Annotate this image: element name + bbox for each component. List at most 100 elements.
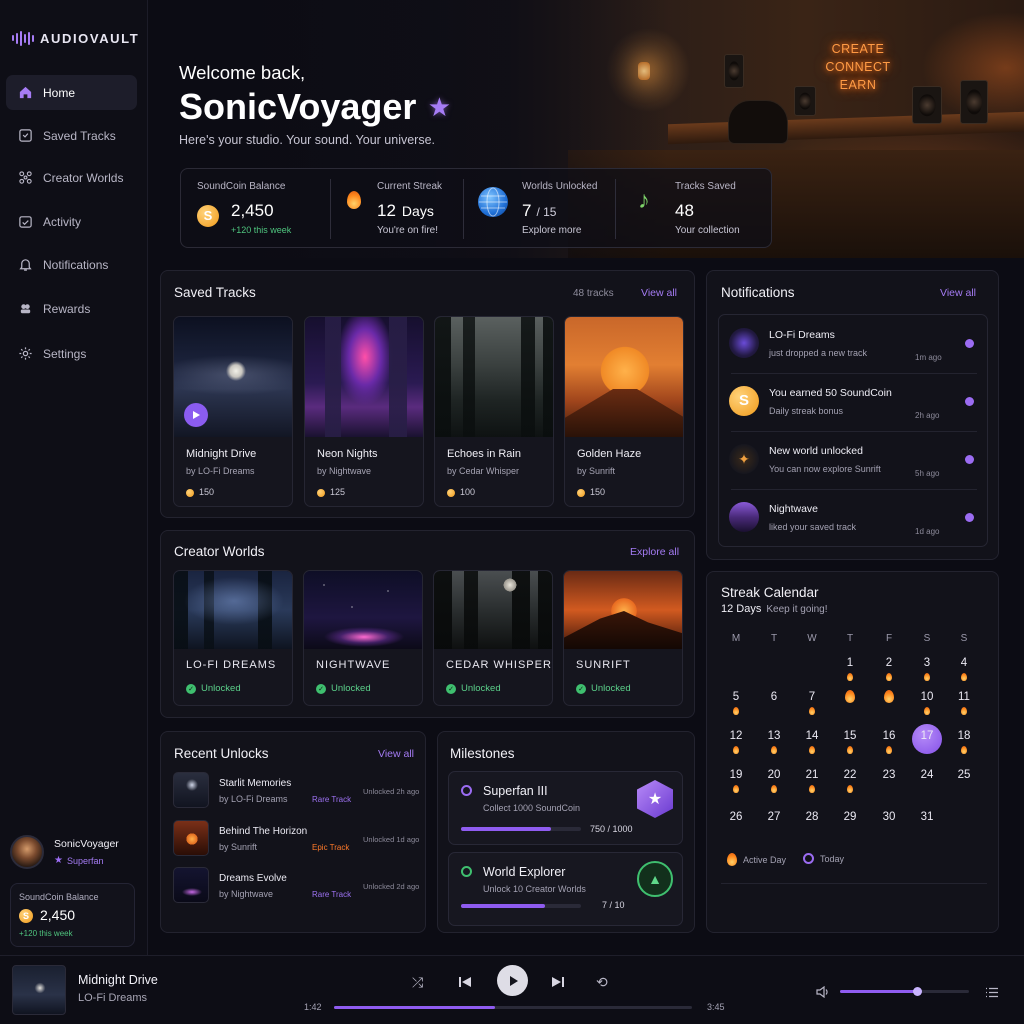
calendar-day[interactable]: 3 (915, 657, 939, 669)
notification-time: 1m ago (915, 353, 942, 362)
calendar-day[interactable]: 14 (800, 730, 824, 742)
user-profile[interactable]: SonicVoyager ★ Superfan (10, 835, 119, 869)
check-icon: ✓ (576, 683, 586, 694)
volume-icon[interactable] (816, 985, 830, 1003)
calendar-day[interactable]: 2 (877, 657, 901, 669)
calendar-day[interactable]: 28 (800, 811, 824, 823)
calendar-day[interactable]: 29 (838, 811, 862, 823)
track-card[interactable]: Golden Haze by Sunrift 150 (564, 316, 684, 507)
sidebar-balance-card[interactable]: SoundCoin Balance S 2,450 +120 this week (10, 883, 135, 947)
sidebar-item-home[interactable]: Home (6, 75, 137, 110)
track-coins: 150 (590, 487, 606, 497)
world-card[interactable]: CEDAR WHISPER ✓ Unlocked (433, 570, 553, 706)
stat-streak[interactable]: Current Streak 12 Days You're on fire! (331, 169, 462, 249)
track-card[interactable]: Echoes in Rain by Cedar Whisper 100 (434, 316, 554, 507)
play-icon (509, 975, 518, 986)
world-card[interactable]: NIGHTWAVE ✓ Unlocked (303, 570, 423, 706)
world-card[interactable]: LO-FI DREAMS ✓ Unlocked (173, 570, 293, 706)
weekday-label: S (960, 633, 968, 644)
calendar-day[interactable]: 4 (952, 657, 976, 669)
track-card[interactable]: Neon Nights by Nightwave 125 (304, 316, 424, 507)
notification-item[interactable]: ✦ New world unlocked You can now explore… (719, 431, 985, 489)
volume-knob[interactable] (913, 987, 923, 996)
home-icon (16, 84, 34, 102)
world-card[interactable]: SUNRIFT ✓ Unlocked (563, 570, 683, 706)
unlock-item[interactable]: Dreams Evolve by Nightwave Rare Track Un… (173, 867, 423, 905)
artwork-hills (565, 389, 683, 437)
calendar-day[interactable]: 20 (762, 769, 786, 781)
unread-dot (965, 513, 974, 522)
calendar-day[interactable]: 17 (915, 730, 939, 742)
view-all-link[interactable]: View all (641, 287, 677, 299)
sidebar-item-label: Notifications (43, 257, 109, 272)
panel-title: Streak Calendar (721, 585, 819, 600)
stat-worlds[interactable]: Worlds Unlocked 7 / 15 Explore more (464, 169, 614, 249)
notification-item[interactable]: Nightwave liked your saved track 1d ago (719, 489, 985, 547)
progress-slider[interactable] (334, 1006, 692, 1009)
view-all-link[interactable]: View all (378, 748, 414, 760)
calendar-day[interactable]: 23 (877, 769, 901, 781)
next-icon[interactable] (551, 975, 565, 994)
track-artwork (435, 317, 553, 437)
calendar-day[interactable]: 24 (915, 769, 939, 781)
unlock-time: Unlocked 1d ago (363, 835, 420, 844)
repeat-icon[interactable]: ⟲ (596, 974, 608, 991)
sidebar-item-saved-tracks[interactable]: Saved Tracks (6, 118, 137, 153)
calendar-day[interactable]: 22 (838, 769, 862, 781)
saved-icon (16, 127, 34, 145)
calendar-day[interactable]: 12 (724, 730, 748, 742)
unlock-item[interactable]: Behind The Horizon by Sunrift Epic Track… (173, 820, 423, 858)
calendar-day[interactable]: 15 (838, 730, 862, 742)
calendar-day[interactable]: 5 (724, 691, 748, 703)
calendar-day[interactable]: 21 (800, 769, 824, 781)
stat-tracks[interactable]: ♪ Tracks Saved 48 Your collection (616, 169, 773, 249)
play-icon[interactable] (184, 403, 208, 427)
player-artist: LO-Fi Dreams (78, 992, 148, 1004)
sidebar-item-settings[interactable]: Settings (6, 336, 137, 371)
explore-all-link[interactable]: Explore all (630, 546, 679, 558)
unlock-item[interactable]: Starlit Memories by LO-Fi Dreams Rare Tr… (173, 772, 423, 810)
milestone-card[interactable]: Superfan III Collect 1000 SoundCoin 750 … (448, 771, 683, 845)
player-artwork[interactable] (12, 965, 66, 1015)
sidebar-item-activity[interactable]: Activity (6, 204, 137, 239)
calendar-day[interactable]: 25 (952, 769, 976, 781)
notification-item[interactable]: S You earned 50 SoundCoin Daily streak b… (719, 373, 985, 431)
calendar-day[interactable]: 6 (762, 691, 786, 703)
app-logo[interactable]: AUDIOVAULT (12, 30, 139, 46)
flame-icon (809, 746, 815, 754)
volume-slider[interactable] (840, 990, 969, 993)
sidebar-item-label: Home (43, 85, 76, 100)
calendar-day[interactable]: 30 (877, 811, 901, 823)
previous-icon[interactable] (458, 975, 472, 994)
flame-icon (771, 746, 777, 754)
track-card[interactable]: Midnight Drive by LO-Fi Dreams 150 (173, 316, 293, 507)
calendar-day[interactable]: 26 (724, 811, 748, 823)
notification-item[interactable]: LO-Fi Dreams just dropped a new track 1m… (719, 315, 985, 373)
calendar-day[interactable]: 18 (952, 730, 976, 742)
profile-name: SonicVoyager (54, 838, 119, 850)
milestone-card[interactable]: World Explorer Unlock 10 Creator Worlds … (448, 852, 683, 926)
flame-icon (924, 673, 930, 681)
calendar-day[interactable]: 10 (915, 691, 939, 703)
stat-balance[interactable]: SoundCoin Balance S 2,450 +120 this week (181, 169, 329, 249)
sidebar-item-rewards[interactable]: Rewards (6, 291, 137, 326)
shuffle-icon[interactable]: ⤮ (412, 974, 423, 991)
calendar-day[interactable]: 7 (800, 691, 824, 703)
milestone-title: World Explorer (483, 865, 566, 879)
sidebar-item-creator-worlds[interactable]: Creator Worlds (6, 160, 137, 195)
calendar-day[interactable]: 31 (915, 811, 939, 823)
calendar-day[interactable]: 11 (952, 691, 976, 703)
view-all-link[interactable]: View all (940, 287, 976, 299)
calendar-day[interactable]: 13 (762, 730, 786, 742)
calendar-day[interactable]: 27 (762, 811, 786, 823)
calendar-day[interactable]: 1 (838, 657, 862, 669)
play-pause-button[interactable] (497, 965, 528, 996)
queue-icon[interactable] (986, 985, 998, 1003)
world-name: LO-FI DREAMS (186, 659, 277, 671)
calendar-day[interactable]: 16 (877, 730, 901, 742)
sidebar-item-notifications[interactable]: Notifications (6, 247, 137, 282)
hero-greeting: Welcome back, (179, 62, 306, 83)
calendar-day[interactable]: 19 (724, 769, 748, 781)
world-badge-icon: ✦ (729, 444, 759, 474)
flame-icon (961, 707, 967, 715)
